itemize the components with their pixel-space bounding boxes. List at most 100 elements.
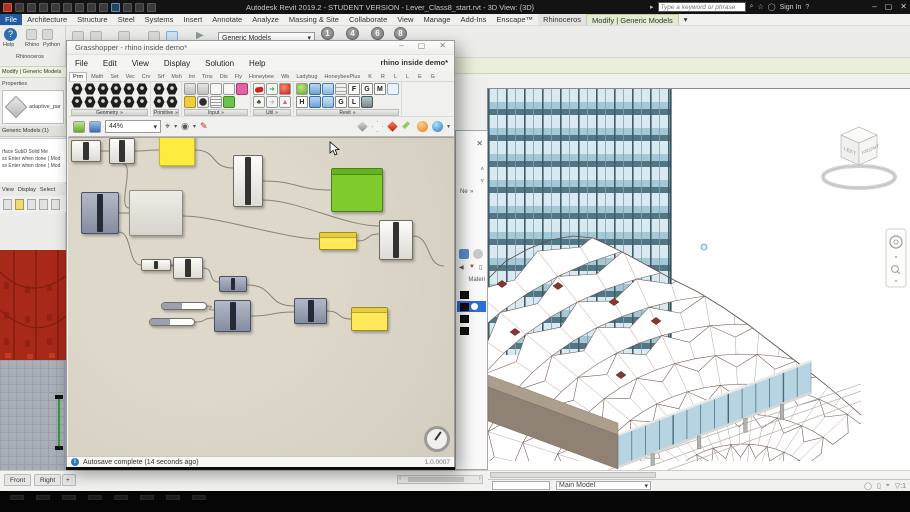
help-ball-icon[interactable]: ? — [4, 28, 17, 41]
undo-icon[interactable] — [27, 198, 36, 210]
minimize-button[interactable]: – — [872, 1, 876, 12]
pan-icon[interactable] — [39, 198, 48, 210]
component-icon[interactable] — [97, 83, 109, 95]
menu-view[interactable]: View — [132, 59, 149, 68]
design-option-combo[interactable] — [492, 481, 550, 490]
component-icon-ghgreen[interactable] — [295, 83, 308, 95]
component-icon[interactable] — [71, 96, 83, 108]
search-icon[interactable]: ⌕ — [750, 3, 754, 11]
panel-tab-view[interactable]: View — [2, 187, 14, 193]
gh-node-comp-sel[interactable] — [214, 300, 251, 332]
component-icon-doc[interactable] — [386, 83, 399, 95]
component-icon-h[interactable]: H — [295, 96, 308, 108]
qat-tool-icon[interactable] — [87, 2, 96, 12]
ribbon-tab-massing-site[interactable]: Massing & Site — [284, 14, 344, 25]
add-icon[interactable] — [51, 198, 60, 210]
python-button-icon[interactable] — [42, 29, 53, 40]
qat-tool-icon[interactable] — [27, 2, 36, 12]
ribbon-tab-architecture[interactable]: Architecture — [22, 14, 72, 25]
group-caption[interactable]: Revit» — [295, 109, 399, 116]
gh-tab-plugin[interactable]: R — [377, 73, 389, 81]
menu-display[interactable]: Display — [164, 59, 190, 68]
selection-handle[interactable] — [700, 243, 708, 251]
sign-in-button[interactable]: Sign In — [780, 4, 802, 11]
component-icon-blue[interactable] — [308, 96, 321, 108]
gh-tab-plugin[interactable]: E — [414, 73, 426, 81]
ribbon-tab-collaborate[interactable]: Collaborate — [344, 14, 392, 25]
ribbon-tab-modify-generic-models[interactable]: Modify | Generic Models — [586, 14, 679, 25]
component-icon[interactable] — [153, 83, 165, 95]
chevron-expand-icon[interactable]: » — [470, 189, 473, 195]
copy-icon[interactable] — [3, 198, 12, 210]
ribbon-tab-analyze[interactable]: Analyze — [247, 14, 284, 25]
search-expand-icon[interactable]: ▸ — [650, 3, 654, 11]
component-icon-gray[interactable] — [196, 83, 209, 95]
component-icon[interactable] — [153, 96, 165, 108]
open-file-icon[interactable] — [73, 120, 85, 133]
add-viewport-tab[interactable]: + — [62, 474, 76, 486]
qat-tool-icon[interactable] — [75, 2, 84, 12]
gh-node-panel-yellow[interactable] — [351, 307, 388, 331]
gear-icon[interactable] — [473, 249, 483, 259]
ribbon-tab-insert[interactable]: Insert — [178, 14, 207, 25]
rhino-perspective-viewport[interactable] — [0, 250, 66, 360]
gh-tab-set[interactable]: Set — [107, 73, 121, 81]
scrollbar-thumb[interactable] — [490, 472, 656, 478]
gh-node-comp[interactable] — [173, 257, 203, 279]
restore-button[interactable]: ▢ — [885, 1, 893, 12]
gh-tab-plugin[interactable]: L — [402, 73, 413, 81]
favorites-icon[interactable]: ☆ — [757, 3, 763, 11]
gh-tab-fly[interactable]: Fly — [232, 73, 245, 81]
component-icon-blue2[interactable] — [321, 96, 334, 108]
zoom-dropdown[interactable]: 44% ▾ — [105, 120, 161, 133]
rhino-button-icon[interactable] — [26, 29, 37, 40]
qat-tool-icon[interactable] — [63, 2, 72, 12]
scrollbar-thumb[interactable] — [408, 477, 464, 482]
qat-tool-icon[interactable] — [135, 2, 144, 12]
close-button[interactable]: ✕ — [439, 41, 446, 50]
gh-node-slider[interactable] — [161, 302, 207, 310]
viewport-tab-front[interactable]: Front — [4, 474, 32, 486]
gh-tab-msh[interactable]: Msh — [168, 73, 184, 81]
press-drag-icon[interactable]: ⌖ — [886, 482, 890, 490]
gh-tab-plugin[interactable]: K — [364, 73, 376, 81]
material-row[interactable] — [457, 325, 486, 336]
list-icon[interactable]: ▯ — [479, 264, 482, 271]
component-icon[interactable] — [110, 83, 122, 95]
component-icon-lines[interactable] — [209, 96, 222, 108]
gh-tab-honeybeeplus[interactable]: HoneybeePlus — [321, 73, 363, 81]
component-icon-light[interactable] — [209, 83, 222, 95]
view-horizontal-scrollbar[interactable] — [488, 470, 910, 479]
revit-logo-icon[interactable] — [3, 2, 12, 12]
gh-node-comp-sel[interactable] — [294, 298, 327, 324]
qat-tool-icon[interactable] — [123, 2, 132, 12]
material-row[interactable] — [457, 301, 486, 312]
chevron-down-icon[interactable]: ▾ — [679, 14, 693, 25]
rhino-toolbar[interactable] — [0, 196, 66, 212]
gh-node-comp-sel-mini[interactable] — [219, 276, 247, 292]
gh-tab-srf[interactable]: Srf — [154, 73, 167, 81]
component-icon-pink[interactable] — [235, 83, 248, 95]
component-icon[interactable] — [123, 96, 135, 108]
family-category-label[interactable]: Generic Models (1) — [0, 126, 66, 137]
zoom-extents-icon[interactable]: ⌖ — [165, 121, 170, 132]
component-icon-f[interactable]: F — [347, 83, 360, 95]
status-filter-icons[interactable]: ◯ ▯ ⌖ ▽:1 — [864, 482, 906, 490]
component-icon-dark[interactable] — [196, 96, 209, 108]
search-input[interactable] — [657, 2, 746, 12]
ribbon-tab-view[interactable]: View — [392, 14, 418, 25]
close-icon[interactable]: ✕ — [476, 139, 483, 148]
exclude-options-icon[interactable]: ▯ — [877, 482, 881, 490]
preview-eye-icon[interactable]: ◉ — [181, 121, 189, 132]
component-icon[interactable] — [71, 83, 83, 95]
canvas-compass-widget[interactable] — [424, 426, 450, 452]
gh-tab-dis[interactable]: Dis — [217, 73, 231, 81]
group-caption[interactable]: Primitive» — [153, 109, 179, 116]
back-icon[interactable]: ◀ — [459, 264, 464, 271]
gh-tab-prm[interactable]: Prm — [69, 72, 88, 81]
menu-edit[interactable]: Edit — [103, 59, 117, 68]
clipboard-icon[interactable] — [15, 198, 24, 210]
component-icon-cherry[interactable] — [252, 83, 265, 95]
component-icon-m[interactable]: M — [373, 83, 386, 95]
horizontal-scrollbar[interactable]: ‹ › — [397, 475, 483, 484]
